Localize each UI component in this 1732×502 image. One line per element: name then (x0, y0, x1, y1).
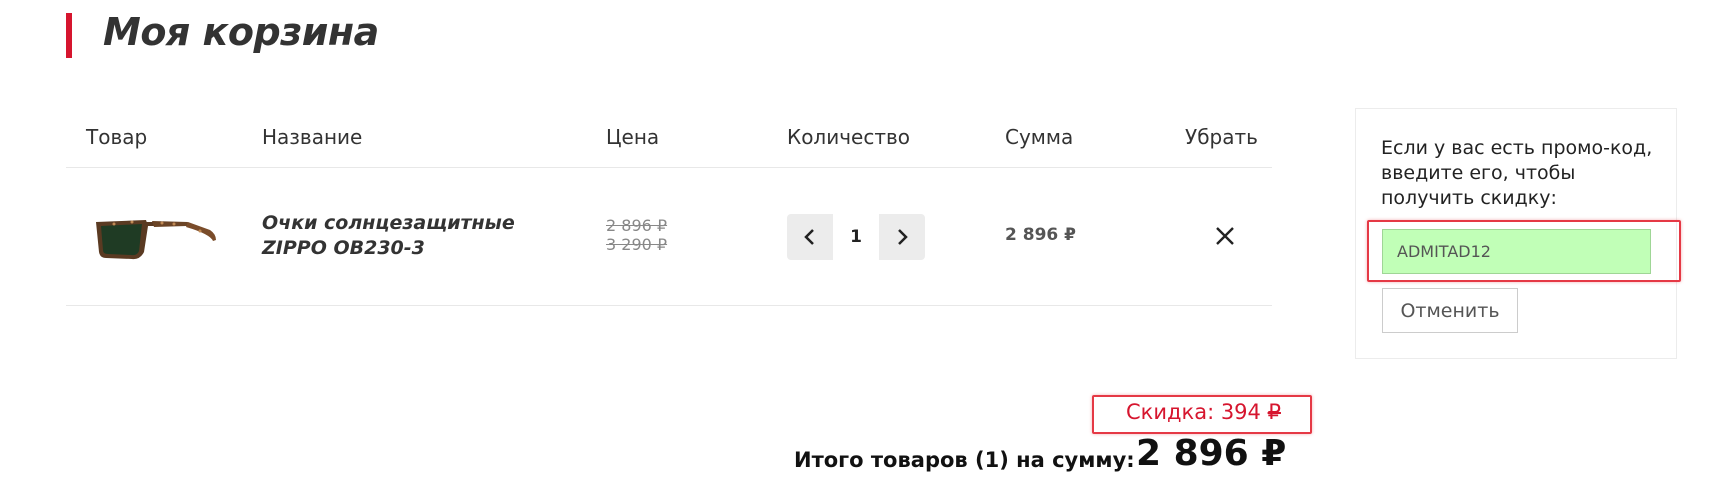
promo-instructions: Если у вас есть промо-код, введите его, … (1381, 137, 1653, 209)
promo-highlight-box (1367, 220, 1681, 282)
column-header-remove: Убрать (1185, 125, 1258, 149)
cancel-promo-button[interactable]: Отменить (1382, 288, 1518, 333)
row-divider (66, 305, 1272, 306)
chevron-right-icon (898, 229, 908, 245)
chevron-left-icon (804, 229, 814, 245)
close-icon (1216, 227, 1234, 245)
quantity-increase-button[interactable] (879, 214, 925, 260)
total-label: Итого товаров (1) на сумму: (794, 448, 1135, 472)
title-accent-bar (66, 13, 72, 58)
header-divider (66, 167, 1272, 168)
column-header-name: Название (262, 125, 363, 149)
discount-currency: ₽ (1267, 400, 1281, 424)
remove-item-button[interactable] (1213, 224, 1237, 248)
total-value: 2 896 ₽ (1136, 433, 1287, 474)
product-old-price: 3 290 ₽ (606, 235, 668, 254)
page-title: Моя корзина (103, 10, 379, 54)
product-price: 2 896 ₽ (606, 216, 668, 235)
product-name-link[interactable]: Очки солнцезащитные ZIPPO OB230-3 (262, 211, 562, 261)
sunglasses-image[interactable] (92, 212, 220, 262)
row-sum: 2 896 ₽ (1005, 225, 1076, 245)
column-header-quantity: Количество (787, 125, 911, 149)
column-header-sum: Сумма (1005, 125, 1074, 149)
quantity-decrease-button[interactable] (787, 214, 833, 260)
discount-amount: Скидка: 394 (1126, 400, 1268, 424)
column-header-product: Товар (86, 125, 148, 149)
quantity-value[interactable]: 1 (833, 214, 879, 260)
quantity-stepper: 1 (787, 214, 925, 260)
column-header-price: Цена (606, 125, 660, 149)
discount-label: Скидка: 394 ₽ (1126, 400, 1281, 424)
